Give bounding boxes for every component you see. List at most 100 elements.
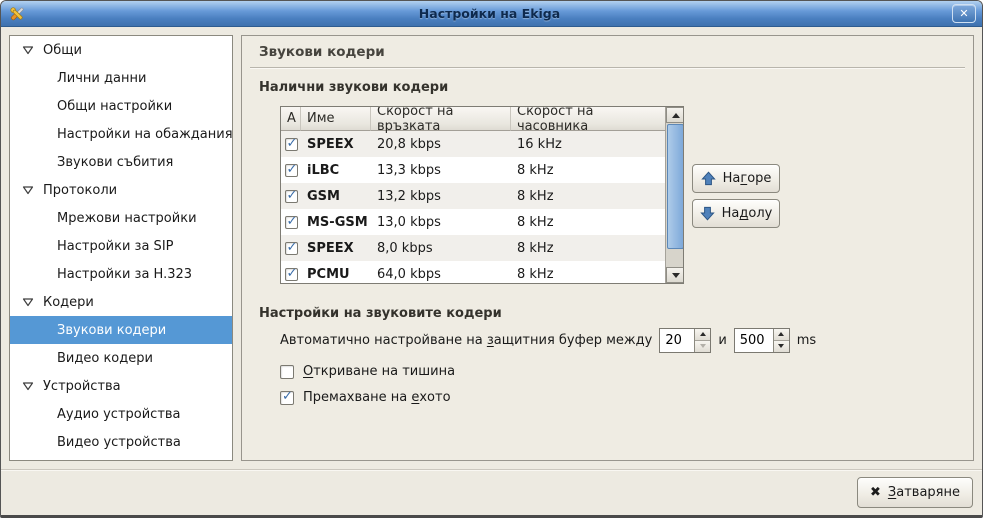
arrow-up-icon [700,332,706,336]
spin-down-button[interactable] [695,340,710,352]
expander-icon[interactable] [22,185,34,195]
sidebar-item-label: Настройки за SIP [57,239,174,254]
codec-name: PCMU [301,261,371,284]
expander-icon[interactable] [22,381,34,391]
codec-row[interactable]: MS-GSM 13,0 kbps 8 kHz [281,209,665,235]
go-down-icon [700,206,715,221]
spin-down-button[interactable] [774,340,789,352]
close-dialog-button[interactable]: ✖ Затваряне [857,477,973,508]
codec-bitrate: 8,0 kbps [371,235,511,261]
codec-row[interactable]: SPEEX 20,8 kbps 16 kHz [281,131,665,157]
expander-icon[interactable] [22,45,34,55]
sidebar-item-audio-codecs[interactable]: Звукови кодери [10,316,232,344]
jitter-min-input[interactable] [660,329,694,352]
sections-tree: Общи Лични данни Общи настройки Настройк… [9,35,233,461]
window-close-button[interactable]: ✕ [952,4,976,23]
codec-name: iLBC [301,157,371,183]
codec-bitrate: 13,2 kbps [371,183,511,209]
codec-clock-rate: 8 kHz [511,209,665,235]
sidebar-item-label: Общи [43,43,82,58]
sidebar-item-devices[interactable]: Устройства [10,372,232,400]
codec-name: MS-GSM [301,209,371,235]
sidebar-item-label: Звукови събития [57,155,173,170]
codec-name: GSM [301,183,371,209]
codec-bitrate: 64,0 kbps [371,261,511,284]
sidebar-item-call-options[interactable]: Настройки на обажданията [10,120,232,148]
spin-up-button[interactable] [695,329,710,340]
go-up-icon [701,171,716,186]
codec-enabled-checkbox[interactable] [285,164,298,177]
column-header-name[interactable]: Име [301,107,371,131]
move-up-label: Нагоре [723,171,772,186]
sidebar-item-label: Кодери [43,295,94,310]
silence-detection-label: Откриване на тишина [303,364,455,379]
expander-icon[interactable] [22,297,34,307]
sidebar-item-audio-devices[interactable]: Аудио устройства [10,400,232,428]
codec-clock-rate: 8 kHz [511,183,665,209]
window-title: Настройки на Ekiga [27,6,952,21]
codec-bitrate: 13,3 kbps [371,157,511,183]
jitter-conjunction-label: и [718,333,726,348]
move-up-button[interactable]: Нагоре [692,164,780,193]
arrow-down-icon [672,273,680,278]
sidebar-item-video-devices[interactable]: Видео устройства [10,428,232,456]
page-title: Звукови кодери [259,44,385,60]
available-codecs-heading: Налични звукови кодери [259,80,448,95]
preferences-window: Настройки на Ekiga ✕ Общи Лични данни Об… [0,0,983,518]
column-header-active[interactable]: А [281,107,301,131]
codec-enabled-checkbox[interactable] [285,138,298,151]
sidebar-item-general-settings[interactable]: Общи настройки [10,92,232,120]
codec-row[interactable]: GSM 13,2 kbps 8 kHz [281,183,665,209]
titlebar: Настройки на Ekiga ✕ [1,1,982,27]
move-down-button[interactable]: Надолу [692,199,780,228]
codec-settings-heading: Настройки на звуковите кодери [259,306,502,321]
sidebar-item-h323-settings[interactable]: Настройки за H.323 [10,260,232,288]
move-down-label: Надолу [722,206,773,221]
jitter-max-input[interactable] [735,329,773,352]
close-button-label: Затваряне [888,485,960,500]
sidebar-item-label: Протоколи [43,183,117,198]
jitter-buffer-label: Автоматично настройване на защитния буфе… [280,333,652,348]
sidebar-item-protocols[interactable]: Протоколи [10,176,232,204]
codec-enabled-checkbox[interactable] [285,242,298,255]
codec-enabled-checkbox[interactable] [285,190,298,203]
echo-cancellation-label: Премахване на ехото [303,390,451,405]
sidebar-item-label: Аудио устройства [57,407,181,422]
silence-detection-row[interactable]: Откриване на тишина [280,364,455,379]
sidebar-item-label: Устройства [43,379,121,394]
sidebar-item-general[interactable]: Общи [10,36,232,64]
column-header-clock-rate[interactable]: Скорост на часовника [511,107,665,131]
jitter-max-spinbox [734,328,790,353]
arrow-down-icon [700,344,706,348]
scroll-up-button[interactable] [666,107,684,123]
scroll-down-button[interactable] [666,267,684,283]
codec-bitrate: 13,0 kbps [371,209,511,235]
sidebar-item-sip-settings[interactable]: Настройки за SIP [10,232,232,260]
arrow-up-icon [778,332,784,336]
sidebar-item-label: Мрежови настройки [57,211,197,226]
codec-enabled-checkbox[interactable] [285,268,298,281]
codec-row[interactable]: SPEEX 8,0 kbps 8 kHz [281,235,665,261]
codec-row[interactable]: PCMU 64,0 kbps 8 kHz [281,261,665,284]
sidebar-item-personal-data[interactable]: Лични данни [10,64,232,92]
echo-cancellation-row[interactable]: Премахване на ехото [280,390,451,405]
scrollbar-thumb[interactable] [667,124,684,249]
table-scrollbar[interactable] [665,107,683,283]
codec-enabled-checkbox[interactable] [285,216,298,229]
sidebar-item-video-codecs[interactable]: Видео кодери [10,344,232,372]
sidebar-item-sound-events[interactable]: Звукови събития [10,148,232,176]
sidebar-item-codecs[interactable]: Кодери [10,288,232,316]
codec-table-header: А Име Скорост на връзката Скорост на час… [281,107,665,131]
column-header-bandwidth[interactable]: Скорост на връзката [371,107,511,131]
jitter-min-spinbox [659,328,711,353]
sidebar-item-label: Звукови кодери [57,323,166,338]
sidebar-item-label: Видео устройства [57,435,181,450]
echo-cancellation-checkbox[interactable] [280,391,294,405]
arrow-up-icon [672,113,680,118]
codec-clock-rate: 8 kHz [511,261,665,284]
footer-separator [1,469,982,470]
silence-detection-checkbox[interactable] [280,365,294,379]
sidebar-item-network-settings[interactable]: Мрежови настройки [10,204,232,232]
spin-up-button[interactable] [774,329,789,340]
codec-row[interactable]: iLBC 13,3 kbps 8 kHz [281,157,665,183]
